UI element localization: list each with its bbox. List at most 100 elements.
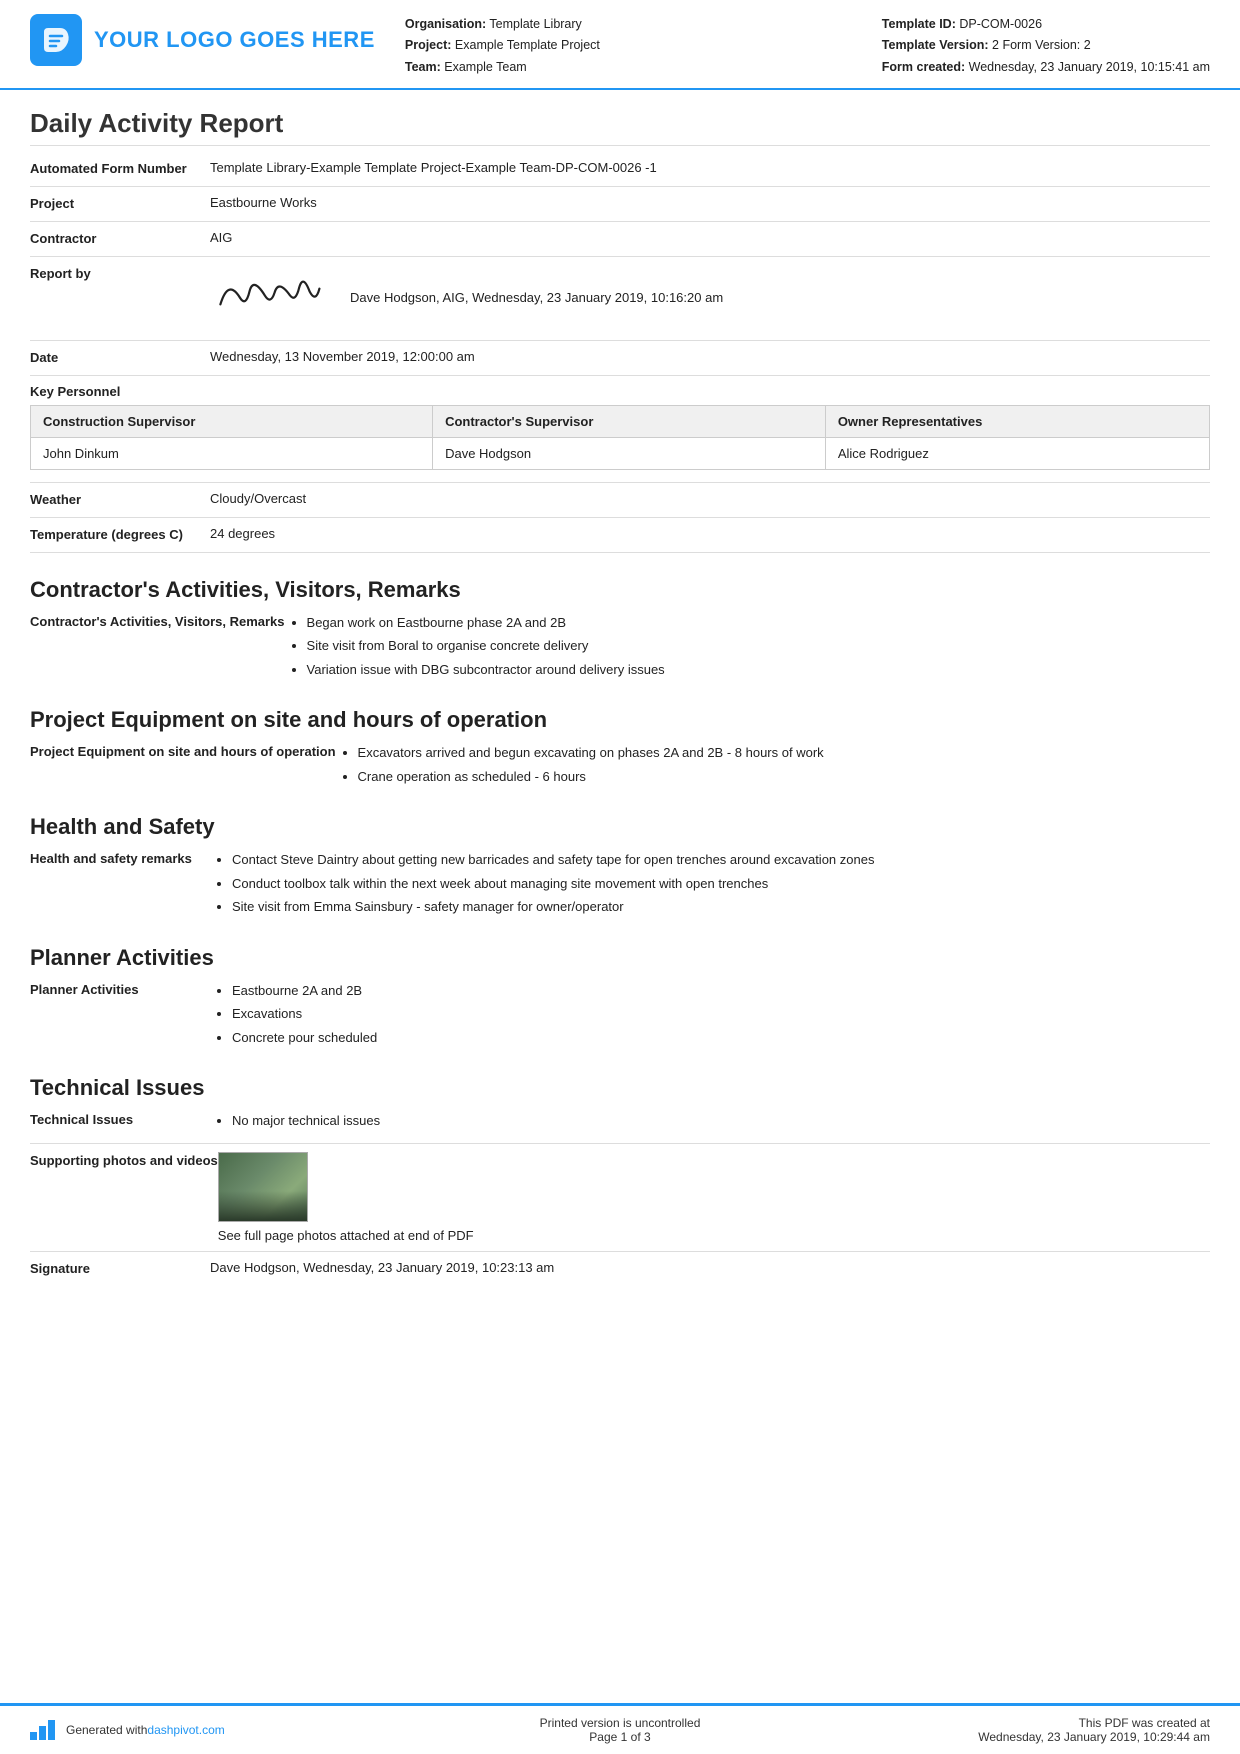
supporting-photos-label: Supporting photos and videos <box>30 1152 218 1168</box>
personnel-col-2: Contractor's Supervisor <box>433 405 826 437</box>
template-id-value: DP-COM-0026 <box>959 17 1042 31</box>
form-created-label: Form created: <box>882 60 965 74</box>
report-by-label: Report by <box>30 265 210 281</box>
date-value: Wednesday, 13 November 2019, 12:00:00 am <box>210 349 1210 364</box>
list-item: Contact Steve Daintry about getting new … <box>232 850 1210 870</box>
logo-area: YOUR LOGO GOES HERE <box>30 14 375 66</box>
template-version-label: Template Version: <box>882 38 989 52</box>
footer-logo-svg <box>30 1718 58 1740</box>
personnel-col-3: Owner Representatives <box>825 405 1209 437</box>
personnel-cell-1: John Dinkum <box>31 437 433 469</box>
planner-section-title: Planner Activities <box>30 945 1210 971</box>
report-by-row: Report by Dave Hodgson, AIG, Wednesday, … <box>30 265 1210 330</box>
signature-area: Dave Hodgson, AIG, Wednesday, 23 January… <box>210 265 1210 330</box>
contractor-row: Contractor AIG <box>30 230 1210 246</box>
photo-thumb-inner <box>219 1153 307 1221</box>
supporting-photos-value: See full page photos attached at end of … <box>218 1152 1210 1243</box>
health-bullet-list: Contact Steve Daintry about getting new … <box>210 850 1210 917</box>
project-label: Project: <box>405 38 452 52</box>
planner-field-label: Planner Activities <box>30 981 210 997</box>
planner-field-row: Planner Activities Eastbourne 2A and 2B … <box>30 981 1210 1052</box>
list-item: Eastbourne 2A and 2B <box>232 981 1210 1001</box>
contractor-field-value: AIG <box>210 230 1210 245</box>
logo-icon <box>30 14 82 66</box>
contractors-bullet-list: Began work on Eastbourne phase 2A and 2B… <box>285 613 1210 680</box>
supporting-photos-row: Supporting photos and videos See full pa… <box>30 1152 1210 1243</box>
footer-uncontrolled: Printed version is uncontrolled <box>423 1716 816 1730</box>
weather-value: Cloudy/Overcast <box>210 491 1210 506</box>
org-value: Template Library <box>489 17 581 31</box>
temperature-label: Temperature (degrees C) <box>30 526 210 542</box>
photo-caption: See full page photos attached at end of … <box>218 1228 1210 1243</box>
signature-svg <box>207 260 331 325</box>
project-field-label: Project <box>30 195 210 211</box>
list-item: Variation issue with DBG subcontractor a… <box>307 660 1210 680</box>
logo-text: YOUR LOGO GOES HERE <box>94 27 375 53</box>
date-label: Date <box>30 349 210 365</box>
contractor-field-label: Contractor <box>30 230 210 246</box>
equipment-field-label: Project Equipment on site and hours of o… <box>30 743 336 759</box>
project-row: Project Eastbourne Works <box>30 195 1210 211</box>
health-field-row: Health and safety remarks Contact Steve … <box>30 850 1210 921</box>
main-content: Daily Activity Report Automated Form Num… <box>0 90 1240 1366</box>
photo-thumbnail <box>218 1152 308 1222</box>
header-meta-right: Template ID: DP-COM-0026 Template Versio… <box>882 14 1210 78</box>
equipment-field-value: Excavators arrived and begun excavating … <box>336 743 1210 790</box>
technical-field-value: No major technical issues <box>210 1111 1210 1135</box>
equipment-field-row: Project Equipment on site and hours of o… <box>30 743 1210 790</box>
form-number-label: Automated Form Number <box>30 160 210 176</box>
contractors-section-title: Contractor's Activities, Visitors, Remar… <box>30 577 1210 603</box>
list-item: Excavators arrived and begun excavating … <box>358 743 1210 763</box>
footer-left: Generated with dashpivot.com <box>30 1718 423 1743</box>
list-item: Excavations <box>232 1004 1210 1024</box>
technical-section-title: Technical Issues <box>30 1075 1210 1101</box>
report-by-value: Dave Hodgson, AIG, Wednesday, 23 January… <box>210 265 1210 330</box>
footer-center: Printed version is uncontrolled Page 1 o… <box>423 1716 816 1744</box>
report-title: Daily Activity Report <box>30 108 1210 146</box>
personnel-table: Construction Supervisor Contractor's Sup… <box>30 405 1210 470</box>
temperature-row: Temperature (degrees C) 24 degrees <box>30 526 1210 542</box>
footer-right-date: Wednesday, 23 January 2019, 10:29:44 am <box>817 1730 1210 1744</box>
footer-page: Page 1 of 3 <box>423 1730 816 1744</box>
header-meta-center: Organisation: Template Library Project: … <box>405 14 882 78</box>
weather-row: Weather Cloudy/Overcast <box>30 491 1210 507</box>
list-item: Began work on Eastbourne phase 2A and 2B <box>307 613 1210 633</box>
team-label: Team: <box>405 60 441 74</box>
planner-field-value: Eastbourne 2A and 2B Excavations Concret… <box>210 981 1210 1052</box>
page-footer: Generated with dashpivot.com Printed ver… <box>0 1703 1240 1754</box>
project-field-value: Eastbourne Works <box>210 195 1210 210</box>
personnel-cell-3: Alice Rodriguez <box>825 437 1209 469</box>
weather-label: Weather <box>30 491 210 507</box>
key-personnel-section: Key Personnel Construction Supervisor Co… <box>30 384 1210 470</box>
planner-bullet-list: Eastbourne 2A and 2B Excavations Concret… <box>210 981 1210 1048</box>
health-section-title: Health and Safety <box>30 814 1210 840</box>
signature-label: Signature <box>30 1260 210 1276</box>
list-item: Site visit from Emma Sainsbury - safety … <box>232 897 1210 917</box>
technical-bullet-list: No major technical issues <box>210 1111 1210 1131</box>
key-personnel-label: Key Personnel <box>30 384 1210 399</box>
signature-value: Dave Hodgson, Wednesday, 23 January 2019… <box>210 1260 1210 1275</box>
health-field-label: Health and safety remarks <box>30 850 210 866</box>
logo-svg <box>40 24 72 56</box>
list-item: No major technical issues <box>232 1111 1210 1131</box>
project-value: Example Template Project <box>455 38 600 52</box>
health-field-value: Contact Steve Daintry about getting new … <box>210 850 1210 921</box>
list-item: Concrete pour scheduled <box>232 1028 1210 1048</box>
signature-drawing <box>207 260 332 335</box>
list-item: Site visit from Boral to organise concre… <box>307 636 1210 656</box>
template-id-label: Template ID: <box>882 17 956 31</box>
temperature-value: 24 degrees <box>210 526 1210 541</box>
report-by-name: Dave Hodgson, AIG, Wednesday, 23 January… <box>350 290 723 305</box>
personnel-col-1: Construction Supervisor <box>31 405 433 437</box>
list-item: Crane operation as scheduled - 6 hours <box>358 767 1210 787</box>
footer-generated-text: Generated with <box>66 1723 147 1737</box>
signature-row: Signature Dave Hodgson, Wednesday, 23 Ja… <box>30 1260 1210 1276</box>
table-row: John Dinkum Dave Hodgson Alice Rodriguez <box>31 437 1210 469</box>
form-number-row: Automated Form Number Template Library-E… <box>30 160 1210 176</box>
contractors-field-value: Began work on Eastbourne phase 2A and 2B… <box>285 613 1210 684</box>
footer-right-text: This PDF was created at <box>817 1716 1210 1730</box>
equipment-bullet-list: Excavators arrived and begun excavating … <box>336 743 1210 786</box>
team-value: Example Team <box>444 60 526 74</box>
technical-field-label: Technical Issues <box>30 1111 210 1127</box>
footer-link[interactable]: dashpivot.com <box>147 1723 224 1737</box>
